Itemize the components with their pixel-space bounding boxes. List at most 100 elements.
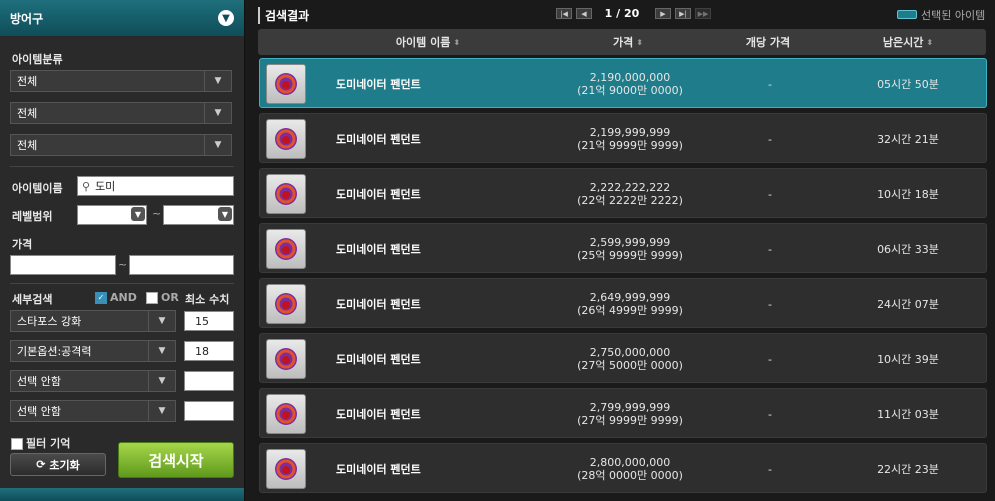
item-name: 도미네이터 펜던트 bbox=[336, 133, 421, 146]
column-header-price[interactable]: 가격 ⬍ bbox=[588, 29, 668, 55]
remember-filter-option[interactable]: 필터 기억 bbox=[11, 435, 70, 451]
detail-option-select-1[interactable]: 스타포스 강화 ▼ bbox=[10, 310, 176, 332]
detail-value-input-1[interactable]: 15 bbox=[184, 311, 234, 331]
next-page-button[interactable]: ▶ bbox=[655, 8, 671, 19]
price-min-input[interactable] bbox=[10, 255, 116, 275]
filter-sidebar: 방어구 ▼ 아이템분류 전체 ▼ 전체 ▼ 전체 ▼ 아이템이름 ⚲ 도미 레벨… bbox=[0, 0, 245, 501]
chevron-down-icon: ▼ bbox=[204, 103, 231, 123]
detail-option-select-3[interactable]: 선택 안함 ▼ bbox=[10, 370, 176, 392]
item-name: 도미네이터 펜던트 bbox=[336, 298, 421, 311]
table-row[interactable]: 도미네이터 펜던트 2,750,000,000 (27억 5000만 0000) - 1… bbox=[259, 333, 987, 383]
page-indicator: 1 / 20 bbox=[604, 7, 640, 20]
pendant-icon bbox=[266, 394, 306, 434]
selected-legend-label: 선택된 아이템 bbox=[921, 9, 986, 22]
next-ten-button[interactable]: ▶| bbox=[675, 8, 691, 19]
detail-value-input-4[interactable] bbox=[184, 401, 234, 421]
time-left: 06시간 33분 bbox=[877, 243, 939, 256]
sort-icon: ⬍ bbox=[926, 37, 934, 47]
divider bbox=[10, 166, 234, 167]
level-max-select[interactable]: ▼ bbox=[163, 205, 234, 225]
last-page-button[interactable]: ▶▶ bbox=[695, 8, 711, 19]
category-select-2[interactable]: 전체 ▼ bbox=[10, 102, 232, 124]
checkbox-checked-icon[interactable]: ✓ bbox=[95, 292, 107, 304]
price-korean: (28억 0000만 0000) bbox=[577, 469, 683, 482]
price-max-input[interactable] bbox=[129, 255, 234, 275]
detail-value-input-2[interactable]: 18 bbox=[184, 341, 234, 361]
pendant-icon bbox=[266, 229, 306, 269]
item-price: 2,750,000,000 (27억 5000만 0000) bbox=[550, 334, 710, 384]
detail-option-select-2[interactable]: 기본옵션:공격력 ▼ bbox=[10, 340, 176, 362]
price-range-separator: ~ bbox=[118, 258, 128, 271]
time-left: 05시간 50분 bbox=[877, 78, 939, 91]
chevron-down-icon: ▼ bbox=[148, 371, 175, 391]
category-select-3[interactable]: 전체 ▼ bbox=[10, 134, 232, 156]
column-price-label: 가격 bbox=[613, 36, 634, 49]
table-row[interactable]: 도미네이터 펜던트 2,599,999,999 (25억 9999만 9999) - 0… bbox=[259, 223, 987, 273]
prev-page-button[interactable]: ◀ bbox=[576, 8, 592, 19]
refresh-icon: ⟳ bbox=[36, 458, 46, 471]
category-select-3-value: 전체 bbox=[17, 139, 38, 152]
item-price: 2,199,999,999 (21억 9999만 9999) bbox=[550, 114, 710, 164]
price-label: 가격 bbox=[12, 238, 33, 251]
time-left: 11시간 03분 bbox=[877, 408, 939, 421]
category-header[interactable]: 방어구 ▼ bbox=[0, 0, 244, 36]
divider bbox=[10, 283, 234, 284]
table-row[interactable]: 도미네이터 펜던트 2,649,999,999 (26억 4999만 9999) - 2… bbox=[259, 278, 987, 328]
item-price: 2,222,222,222 (22억 2222만 2222) bbox=[550, 169, 710, 219]
chevron-down-icon: ▼ bbox=[148, 401, 175, 421]
price-korean: (25억 9999만 9999) bbox=[577, 249, 683, 262]
table-row[interactable]: 도미네이터 펜던트 2,199,999,999 (21억 9999만 9999) - 3… bbox=[259, 113, 987, 163]
or-label: OR bbox=[161, 291, 179, 304]
table-row[interactable]: 도미네이터 펜던트 2,799,999,999 (27억 9999만 9999) - 1… bbox=[259, 388, 987, 438]
and-option[interactable]: ✓ AND bbox=[95, 291, 137, 304]
detail-value-input-3[interactable] bbox=[184, 371, 234, 391]
price-value: 2,599,999,999 bbox=[589, 236, 671, 249]
chevron-down-icon: ▼ bbox=[148, 311, 175, 331]
price-value: 2,190,000,000 bbox=[589, 71, 671, 84]
category-select-1[interactable]: 전체 ▼ bbox=[10, 70, 232, 92]
column-header-name[interactable]: 아이템 이름 ⬍ bbox=[363, 29, 493, 55]
pendant-icon bbox=[266, 64, 306, 104]
first-page-button[interactable]: |◀ bbox=[556, 8, 572, 19]
detail-option-1-value: 스타포스 강화 bbox=[17, 315, 82, 328]
or-option[interactable]: OR bbox=[146, 291, 179, 304]
level-range-label: 레벨범위 bbox=[12, 210, 53, 223]
and-label: AND bbox=[110, 291, 137, 304]
price-korean: (26억 4999만 9999) bbox=[577, 304, 683, 317]
item-name-input[interactable]: ⚲ 도미 bbox=[77, 176, 234, 196]
chevron-down-icon: ▼ bbox=[131, 207, 145, 221]
min-value-label: 최소 수치 bbox=[185, 293, 230, 306]
price-value: 2,649,999,999 bbox=[589, 291, 671, 304]
sort-icon: ⬍ bbox=[636, 37, 643, 47]
sort-icon: ⬍ bbox=[453, 37, 461, 47]
chevron-down-icon: ▼ bbox=[218, 207, 232, 221]
unit-price: - bbox=[768, 242, 772, 256]
pendant-icon bbox=[266, 449, 306, 489]
chevron-down-icon[interactable]: ▼ bbox=[218, 10, 234, 26]
detail-option-select-4[interactable]: 선택 안함 ▼ bbox=[10, 400, 176, 422]
item-name: 도미네이터 펜던트 bbox=[336, 188, 421, 201]
checkbox-icon[interactable] bbox=[146, 292, 158, 304]
table-row[interactable]: 도미네이터 펜던트 2,222,222,222 (22억 2222만 2222) - 1… bbox=[259, 168, 987, 218]
time-left: 32시간 21분 bbox=[877, 133, 939, 146]
column-header-time-left[interactable]: 남은시간 ⬍ bbox=[858, 29, 958, 55]
item-name: 도미네이터 펜던트 bbox=[336, 408, 421, 421]
next-category-header[interactable] bbox=[0, 488, 244, 501]
level-min-select[interactable]: ▼ bbox=[77, 205, 147, 225]
item-name: 도미네이터 펜던트 bbox=[336, 243, 421, 256]
detail-search-label: 세부검색 bbox=[12, 293, 53, 306]
item-category-label: 아이템분류 bbox=[12, 53, 63, 66]
search-icon: ⚲ bbox=[82, 179, 91, 193]
checkbox-icon[interactable] bbox=[11, 438, 23, 450]
table-row[interactable]: 도미네이터 펜던트 2,800,000,000 (28억 0000만 0000) - 2… bbox=[259, 443, 987, 493]
price-korean: (27억 9999만 9999) bbox=[577, 414, 683, 427]
column-time-label: 남은시간 bbox=[882, 36, 924, 49]
time-left: 10시간 39분 bbox=[877, 353, 939, 366]
reset-button[interactable]: ⟳ 초기화 bbox=[10, 453, 106, 476]
item-price: 2,599,999,999 (25억 9999만 9999) bbox=[550, 224, 710, 274]
table-row[interactable]: 도미네이터 펜던트 2,190,000,000 (21억 9000만 0000) - 0… bbox=[259, 58, 987, 108]
pendant-icon bbox=[266, 119, 306, 159]
search-button[interactable]: 검색시작 bbox=[118, 442, 234, 478]
price-korean: (22억 2222만 2222) bbox=[577, 194, 683, 207]
unit-price: - bbox=[768, 407, 772, 421]
